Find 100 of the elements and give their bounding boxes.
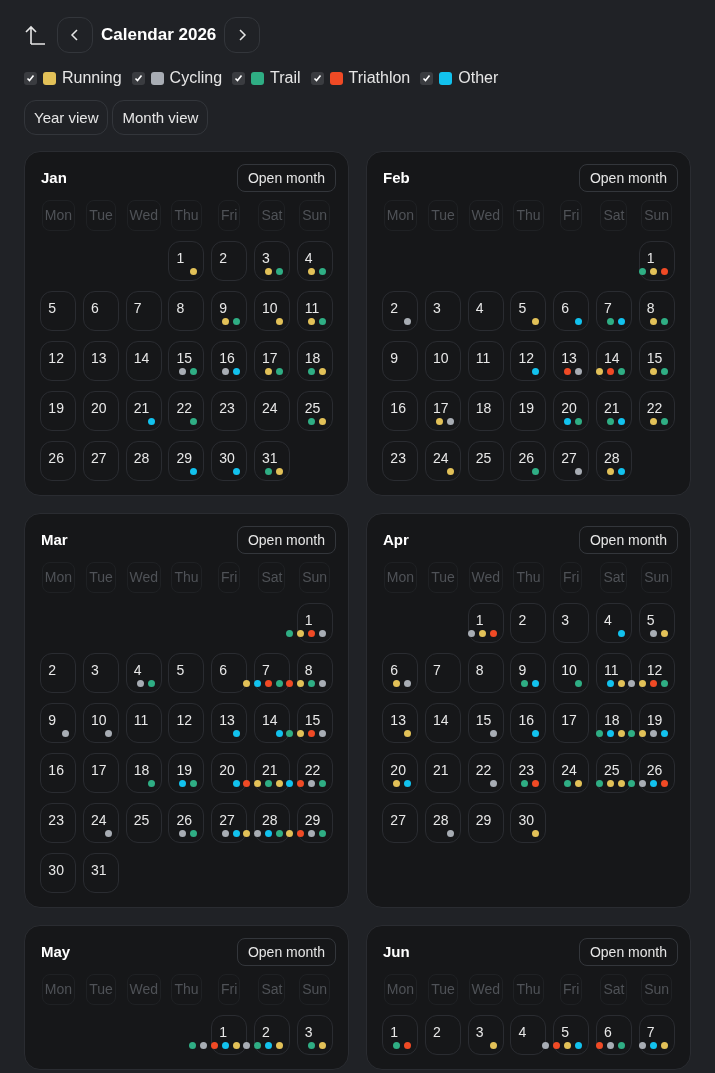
day-cell[interactable]: 24 — [425, 441, 462, 481]
day-cell[interactable]: 27 — [553, 441, 590, 481]
day-cell[interactable]: 4 — [296, 241, 333, 281]
open-month-button[interactable]: Open month — [236, 164, 336, 192]
day-cell[interactable]: 14 — [595, 341, 632, 381]
day-cell[interactable]: 22 — [467, 753, 504, 793]
day-cell[interactable]: 16 — [40, 753, 77, 793]
day-cell[interactable]: 15 — [638, 341, 675, 381]
day-cell[interactable]: 4 — [467, 291, 504, 331]
day-cell[interactable]: 23 — [211, 391, 248, 431]
day-cell[interactable]: 17 — [253, 341, 290, 381]
day-cell[interactable]: 20 — [382, 753, 419, 793]
day-cell[interactable]: 1 — [638, 241, 675, 281]
open-month-button[interactable]: Open month — [578, 938, 678, 966]
day-cell[interactable]: 17 — [83, 753, 120, 793]
day-cell[interactable]: 25 — [467, 441, 504, 481]
day-cell[interactable]: 26 — [168, 803, 205, 843]
day-cell[interactable]: 19 — [40, 391, 77, 431]
day-cell[interactable]: 9 — [40, 703, 77, 743]
day-cell[interactable]: 17 — [553, 703, 590, 743]
checkbox[interactable] — [310, 71, 324, 85]
open-month-button[interactable]: Open month — [236, 938, 336, 966]
day-cell[interactable]: 13 — [211, 703, 248, 743]
day-cell[interactable]: 30 — [211, 441, 248, 481]
open-month-button[interactable]: Open month — [578, 526, 678, 554]
day-cell[interactable]: 7 — [125, 291, 162, 331]
day-cell[interactable]: 5 — [510, 291, 547, 331]
day-cell[interactable]: 24 — [83, 803, 120, 843]
day-cell[interactable]: 5 — [40, 291, 77, 331]
day-cell[interactable]: 10 — [253, 291, 290, 331]
day-cell[interactable]: 25 — [125, 803, 162, 843]
day-cell[interactable]: 29 — [168, 441, 205, 481]
previous-button[interactable] — [57, 17, 93, 53]
day-cell[interactable]: 21 — [425, 753, 462, 793]
day-cell[interactable]: 25 — [595, 753, 632, 793]
day-cell[interactable]: 18 — [125, 753, 162, 793]
day-cell[interactable]: 12 — [40, 341, 77, 381]
day-cell[interactable]: 11 — [125, 703, 162, 743]
day-cell[interactable]: 22 — [638, 391, 675, 431]
day-cell[interactable]: 21 — [595, 391, 632, 431]
day-cell[interactable]: 17 — [425, 391, 462, 431]
checkbox[interactable] — [232, 71, 246, 85]
day-cell[interactable]: 4 — [595, 603, 632, 643]
day-cell[interactable]: 9 — [510, 653, 547, 693]
day-cell[interactable]: 12 — [510, 341, 547, 381]
day-cell[interactable]: 6 — [83, 291, 120, 331]
day-cell[interactable]: 18 — [296, 341, 333, 381]
day-cell[interactable]: 30 — [510, 803, 547, 843]
day-cell[interactable]: 13 — [83, 341, 120, 381]
day-cell[interactable]: 16 — [211, 341, 248, 381]
up-arrow-icon[interactable] — [24, 24, 46, 46]
view-button[interactable]: Month view — [112, 100, 209, 135]
day-cell[interactable]: 23 — [40, 803, 77, 843]
day-cell[interactable]: 3 — [425, 291, 462, 331]
day-cell[interactable]: 8 — [638, 291, 675, 331]
day-cell[interactable]: 7 — [425, 653, 462, 693]
day-cell[interactable]: 24 — [253, 391, 290, 431]
day-cell[interactable]: 15 — [168, 341, 205, 381]
day-cell[interactable]: 31 — [83, 853, 120, 893]
day-cell[interactable]: 12 — [168, 703, 205, 743]
day-cell[interactable]: 11 — [296, 291, 333, 331]
day-cell[interactable]: 23 — [510, 753, 547, 793]
day-cell[interactable]: 14 — [425, 703, 462, 743]
day-cell[interactable]: 22 — [168, 391, 205, 431]
day-cell[interactable]: 27 — [382, 803, 419, 843]
day-cell[interactable]: 6 — [595, 1015, 632, 1055]
day-cell[interactable]: 20 — [553, 391, 590, 431]
day-cell[interactable]: 10 — [553, 653, 590, 693]
day-cell[interactable]: 1 — [382, 1015, 419, 1055]
day-cell[interactable]: 2 — [40, 653, 77, 693]
day-cell[interactable]: 6 — [382, 653, 419, 693]
day-cell[interactable]: 29 — [467, 803, 504, 843]
day-cell[interactable]: 16 — [382, 391, 419, 431]
day-cell[interactable]: 3 — [296, 1015, 333, 1055]
day-cell[interactable]: 13 — [553, 341, 590, 381]
day-cell[interactable]: 3 — [83, 653, 120, 693]
day-cell[interactable]: 2 — [382, 291, 419, 331]
day-cell[interactable]: 30 — [40, 853, 77, 893]
checkbox[interactable] — [420, 71, 434, 85]
day-cell[interactable]: 31 — [253, 441, 290, 481]
day-cell[interactable]: 15 — [467, 703, 504, 743]
day-cell[interactable]: 25 — [296, 391, 333, 431]
day-cell[interactable]: 6 — [553, 291, 590, 331]
day-cell[interactable]: 10 — [83, 703, 120, 743]
day-cell[interactable]: 28 — [425, 803, 462, 843]
day-cell[interactable]: 28 — [125, 441, 162, 481]
day-cell[interactable]: 21 — [125, 391, 162, 431]
day-cell[interactable]: 3 — [553, 603, 590, 643]
checkbox[interactable] — [131, 71, 145, 85]
day-cell[interactable]: 19 — [168, 753, 205, 793]
day-cell[interactable]: 26 — [510, 441, 547, 481]
day-cell[interactable]: 9 — [382, 341, 419, 381]
day-cell[interactable]: 1 — [467, 603, 504, 643]
day-cell[interactable]: 26 — [40, 441, 77, 481]
day-cell[interactable]: 23 — [382, 441, 419, 481]
day-cell[interactable]: 7 — [638, 1015, 675, 1055]
checkbox[interactable] — [24, 71, 37, 85]
day-cell[interactable]: 1 — [168, 241, 205, 281]
day-cell[interactable]: 16 — [510, 703, 547, 743]
day-cell[interactable]: 5 — [168, 653, 205, 693]
